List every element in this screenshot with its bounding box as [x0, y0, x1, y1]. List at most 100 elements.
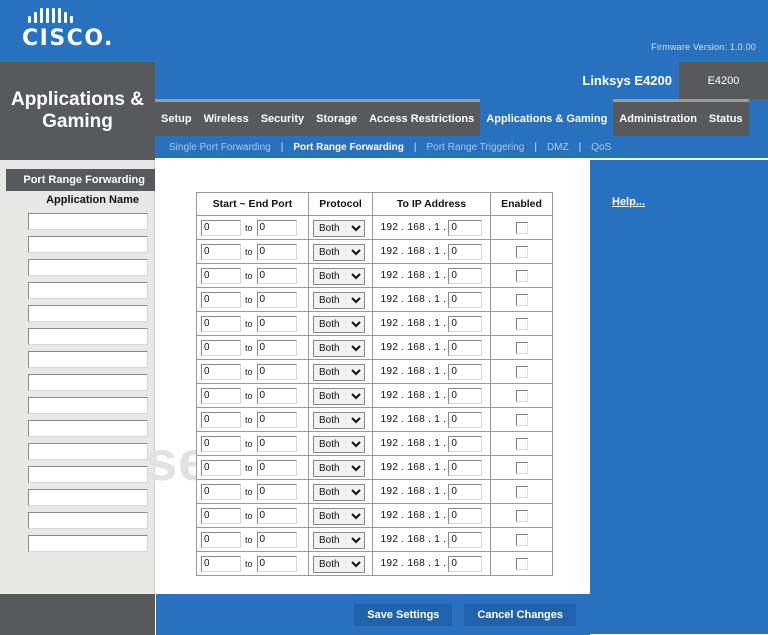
protocol-select[interactable]: BothTCPUDP	[313, 340, 365, 357]
protocol-select[interactable]: BothTCPUDP	[313, 484, 365, 501]
application-name-input[interactable]	[28, 535, 148, 552]
end-port-input[interactable]	[256, 243, 297, 260]
start-port-input[interactable]	[201, 411, 241, 428]
application-name-input[interactable]	[28, 374, 148, 391]
application-name-input[interactable]	[28, 466, 148, 483]
end-port-input[interactable]	[256, 459, 297, 476]
enabled-checkbox[interactable]	[515, 461, 528, 474]
nav-tab-storage[interactable]: Storage	[310, 99, 364, 136]
end-port-input[interactable]	[256, 267, 297, 284]
enabled-checkbox[interactable]	[515, 533, 528, 546]
ip-last-octet-input[interactable]	[448, 507, 483, 524]
ip-last-octet-input[interactable]	[448, 555, 483, 572]
save-settings-button[interactable]: Save Settings	[354, 603, 453, 626]
protocol-select[interactable]: BothTCPUDP	[313, 436, 365, 453]
start-port-input[interactable]	[201, 339, 241, 356]
nav-tab-setup[interactable]: Setup	[155, 99, 198, 136]
start-port-input[interactable]	[201, 459, 241, 476]
ip-last-octet-input[interactable]	[448, 459, 483, 476]
subnav-item-qos[interactable]: QoS	[585, 142, 617, 153]
nav-tab-access-restrictions[interactable]: Access Restrictions	[363, 99, 481, 136]
application-name-input[interactable]	[28, 282, 148, 299]
enabled-checkbox[interactable]	[515, 437, 528, 450]
end-port-input[interactable]	[256, 507, 297, 524]
enabled-checkbox[interactable]	[515, 269, 528, 282]
start-port-input[interactable]	[201, 267, 241, 284]
end-port-input[interactable]	[256, 339, 297, 356]
enabled-checkbox[interactable]	[515, 245, 528, 258]
protocol-select[interactable]: BothTCPUDP	[313, 460, 365, 477]
application-name-input[interactable]	[28, 443, 148, 460]
ip-last-octet-input[interactable]	[448, 339, 483, 356]
ip-last-octet-input[interactable]	[448, 435, 483, 452]
enabled-checkbox[interactable]	[515, 317, 528, 330]
application-name-input[interactable]	[28, 236, 148, 253]
subnav-item-dmz[interactable]: DMZ	[541, 142, 575, 153]
ip-last-octet-input[interactable]	[448, 315, 483, 332]
ip-last-octet-input[interactable]	[448, 243, 483, 260]
ip-last-octet-input[interactable]	[448, 411, 483, 428]
enabled-checkbox[interactable]	[515, 485, 528, 498]
start-port-input[interactable]	[201, 315, 241, 332]
start-port-input[interactable]	[201, 435, 241, 452]
subnav-item-single-port-forwarding[interactable]: Single Port Forwarding	[163, 142, 277, 153]
application-name-input[interactable]	[28, 351, 148, 368]
cancel-changes-button[interactable]: Cancel Changes	[464, 603, 576, 626]
ip-last-octet-input[interactable]	[448, 291, 483, 308]
application-name-input[interactable]	[28, 512, 148, 529]
start-port-input[interactable]	[201, 243, 241, 260]
application-name-input[interactable]	[28, 328, 148, 345]
start-port-input[interactable]	[201, 555, 241, 572]
protocol-select[interactable]: BothTCPUDP	[313, 556, 365, 573]
application-name-input[interactable]	[28, 213, 148, 230]
end-port-input[interactable]	[256, 555, 297, 572]
nav-tab-applications-gaming[interactable]: Applications & Gaming	[480, 99, 614, 136]
ip-last-octet-input[interactable]	[448, 219, 483, 236]
application-name-input[interactable]	[28, 397, 148, 414]
nav-tab-administration[interactable]: Administration	[613, 99, 703, 136]
start-port-input[interactable]	[201, 507, 241, 524]
protocol-select[interactable]: BothTCPUDP	[313, 508, 365, 525]
help-link[interactable]: Help...	[612, 196, 645, 208]
start-port-input[interactable]	[201, 291, 241, 308]
nav-tab-wireless[interactable]: Wireless	[197, 99, 255, 136]
start-port-input[interactable]	[201, 363, 241, 380]
ip-last-octet-input[interactable]	[448, 387, 483, 404]
protocol-select[interactable]: BothTCPUDP	[313, 292, 365, 309]
enabled-checkbox[interactable]	[515, 557, 528, 570]
enabled-checkbox[interactable]	[515, 341, 528, 354]
protocol-select[interactable]: BothTCPUDP	[313, 268, 365, 285]
nav-tab-security[interactable]: Security	[254, 99, 311, 136]
end-port-input[interactable]	[256, 363, 297, 380]
enabled-checkbox[interactable]	[515, 293, 528, 306]
end-port-input[interactable]	[256, 315, 297, 332]
end-port-input[interactable]	[256, 411, 297, 428]
enabled-checkbox[interactable]	[515, 413, 528, 426]
enabled-checkbox[interactable]	[515, 389, 528, 402]
end-port-input[interactable]	[256, 531, 297, 548]
ip-last-octet-input[interactable]	[448, 531, 483, 548]
application-name-input[interactable]	[28, 305, 148, 322]
end-port-input[interactable]	[256, 483, 297, 500]
ip-last-octet-input[interactable]	[448, 363, 483, 380]
ip-last-octet-input[interactable]	[448, 267, 483, 284]
end-port-input[interactable]	[256, 219, 297, 236]
protocol-select[interactable]: BothTCPUDP	[313, 244, 365, 261]
enabled-checkbox[interactable]	[515, 221, 528, 234]
protocol-select[interactable]: BothTCPUDP	[313, 220, 365, 237]
nav-tab-status[interactable]: Status	[702, 99, 749, 136]
application-name-input[interactable]	[28, 489, 148, 506]
ip-last-octet-input[interactable]	[448, 483, 483, 500]
end-port-input[interactable]	[256, 291, 297, 308]
protocol-select[interactable]: BothTCPUDP	[313, 364, 365, 381]
enabled-checkbox[interactable]	[515, 365, 528, 378]
start-port-input[interactable]	[201, 531, 241, 548]
application-name-input[interactable]	[28, 259, 148, 276]
start-port-input[interactable]	[201, 387, 241, 404]
application-name-input[interactable]	[28, 420, 148, 437]
protocol-select[interactable]: BothTCPUDP	[313, 412, 365, 429]
subnav-item-port-range-forwarding[interactable]: Port Range Forwarding	[287, 142, 410, 153]
protocol-select[interactable]: BothTCPUDP	[313, 388, 365, 405]
start-port-input[interactable]	[201, 219, 241, 236]
end-port-input[interactable]	[256, 435, 297, 452]
